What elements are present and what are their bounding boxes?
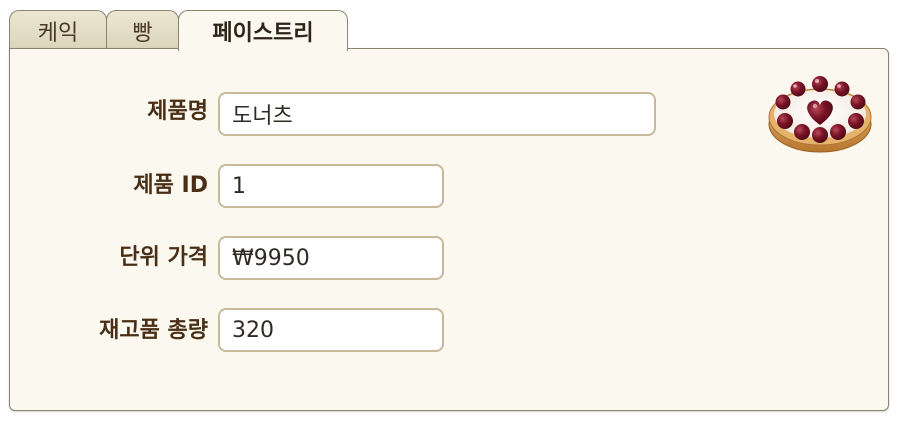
product-id-input[interactable] [218,164,444,208]
stock-total-input[interactable] [218,308,444,352]
tab-label: 케익 [37,21,79,46]
unit-price-label: 단위 가격 [119,245,208,270]
pastry-product-panel: 제품명 제품 ID 단위 가격 재고품 총량 [9,48,889,411]
stock-total-label: 재고품 총량 [99,318,208,343]
product-name-input[interactable] [218,92,656,136]
unit-price-input[interactable] [218,236,444,280]
tab-bread[interactable]: 빵 [106,10,179,48]
product-name-label: 제품명 [147,99,208,124]
cherry-tart-icon [768,76,872,153]
product-id-label: 제품 ID [133,173,208,198]
tab-pastry[interactable]: 페이스트리 [178,10,348,51]
tab-label: 페이스트리 [212,21,314,46]
tab-cake[interactable]: 케익 [9,10,107,48]
tab-label: 빵 [132,21,153,46]
